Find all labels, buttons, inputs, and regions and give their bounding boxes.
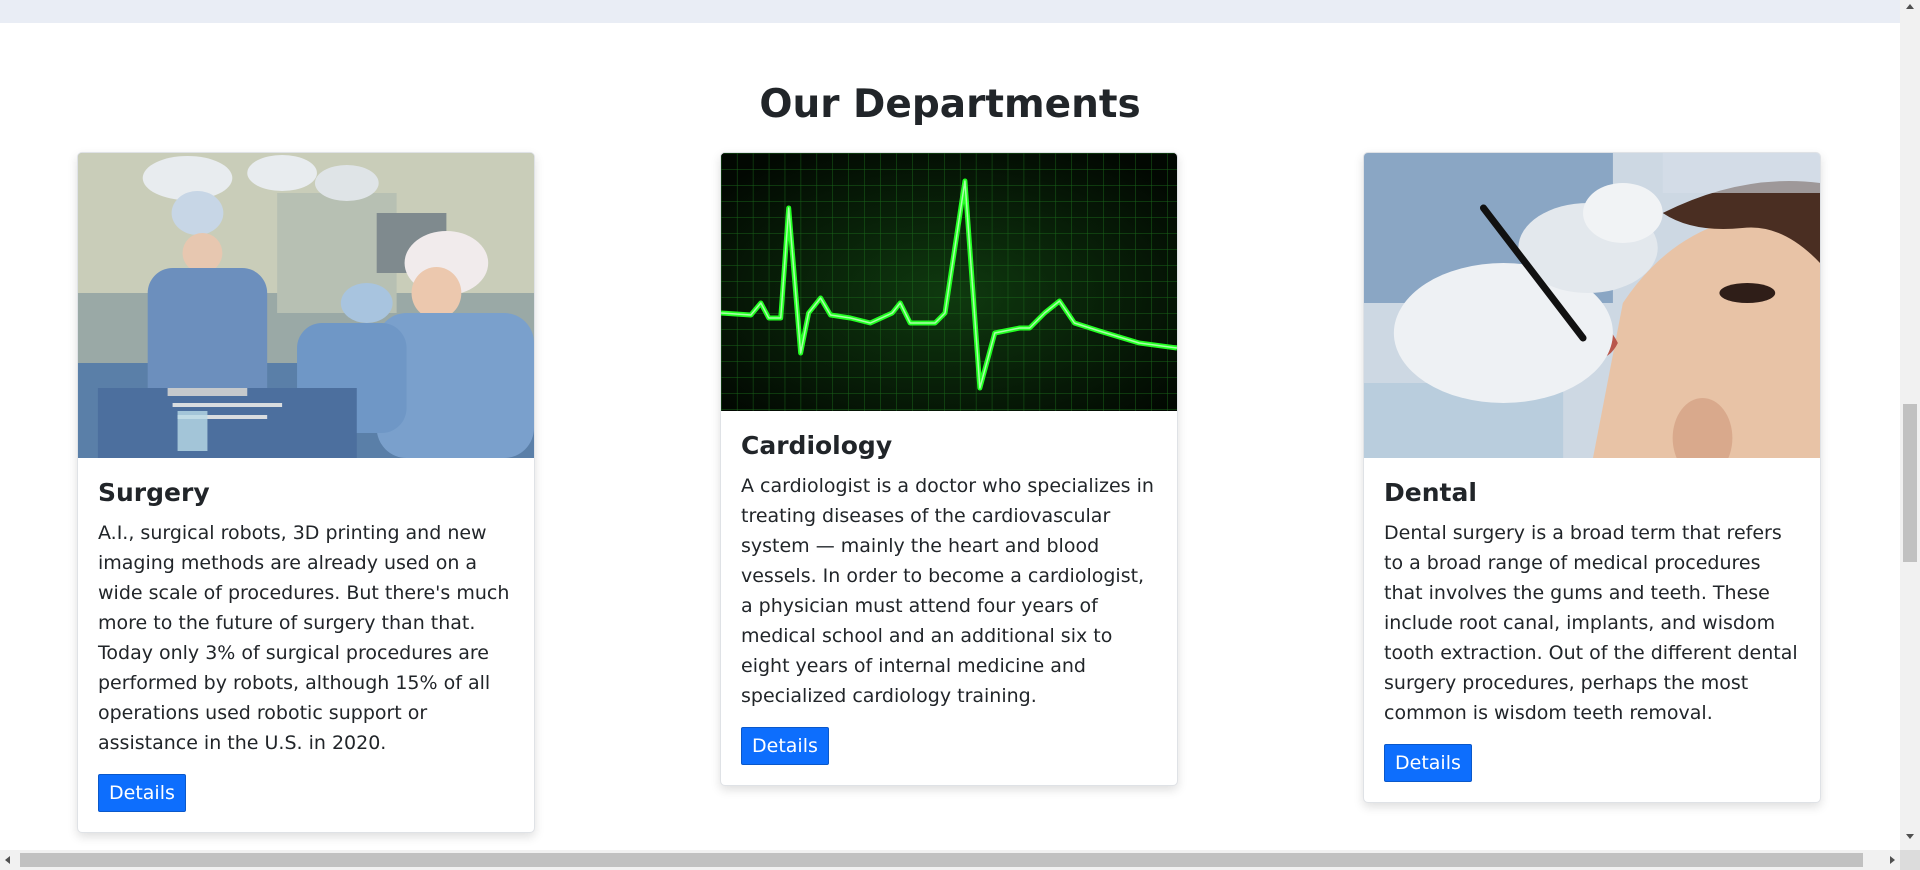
- top-strip: [0, 0, 1900, 23]
- scroll-up-icon[interactable]: [1906, 4, 1914, 9]
- department-card-dental: Dental Dental surgery is a broad term th…: [1363, 152, 1821, 803]
- scrollbar-corner: [1900, 850, 1920, 870]
- section-title: Our Departments: [759, 82, 1141, 127]
- vertical-scrollbar[interactable]: [1900, 0, 1920, 870]
- horizontal-scroll-thumb[interactable]: [20, 853, 1863, 867]
- vertical-scroll-thumb[interactable]: [1903, 404, 1917, 562]
- scroll-down-icon[interactable]: [1906, 834, 1914, 839]
- details-button-surgery[interactable]: Details: [98, 774, 186, 812]
- card-text: A.I., surgical robots, 3D printing and n…: [98, 522, 510, 754]
- horizontal-scrollbar[interactable]: [0, 850, 1900, 870]
- card-title: Surgery: [98, 478, 210, 507]
- scroll-right-icon[interactable]: [1890, 856, 1895, 864]
- surgery-image: [78, 153, 534, 458]
- department-card-cardiology: Cardiology A cardiologist is a doctor wh…: [720, 152, 1178, 786]
- card-title: Cardiology: [741, 431, 893, 460]
- card-text: Dental surgery is a broad term that refe…: [1384, 522, 1798, 724]
- details-button-cardiology[interactable]: Details: [741, 727, 829, 765]
- card-text: A cardiologist is a doctor who specializ…: [741, 475, 1154, 707]
- department-card-surgery: Surgery A.I., surgical robots, 3D printi…: [77, 152, 535, 833]
- card-title: Dental: [1384, 478, 1477, 507]
- dental-image: [1364, 153, 1820, 458]
- scroll-left-icon[interactable]: [5, 856, 10, 864]
- details-button-dental[interactable]: Details: [1384, 744, 1472, 782]
- cardiology-image: [721, 153, 1177, 411]
